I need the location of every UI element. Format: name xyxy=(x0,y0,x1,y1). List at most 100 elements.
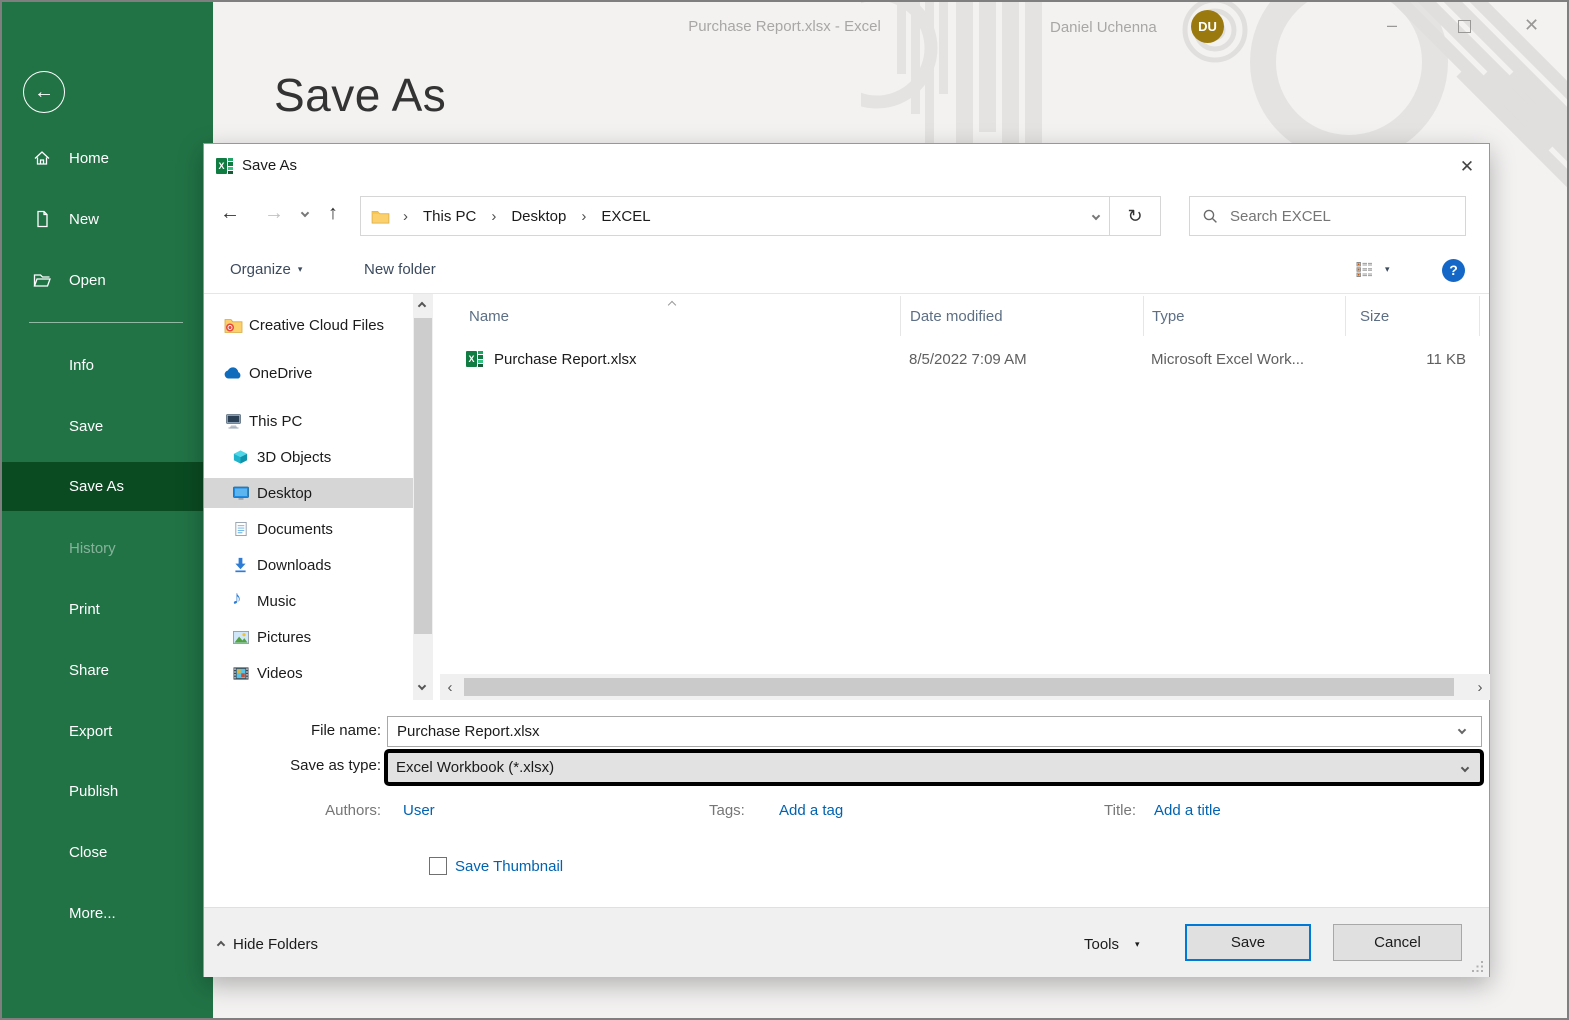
sidebar-item-close[interactable]: Close xyxy=(2,830,213,874)
new-folder-button[interactable]: New folder xyxy=(364,261,436,278)
sidebar-item-label: Save As xyxy=(69,478,124,495)
tree-scrollbar[interactable] xyxy=(413,294,433,700)
horizontal-scrollbar-thumb[interactable] xyxy=(464,678,1454,696)
save-as-dialog: X Save As ✕ ← → ↑ › This PC › Desktop › … xyxy=(203,143,1490,977)
column-header-label: Type xyxy=(1152,308,1185,325)
file-row-name[interactable]: X Purchase Report.xlsx xyxy=(466,340,900,378)
sidebar-item-share[interactable]: Share xyxy=(2,648,213,692)
scroll-left-icon[interactable]: ‹ xyxy=(442,679,458,696)
sidebar-item-label: Save xyxy=(69,418,103,435)
videos-icon xyxy=(232,666,250,681)
save-thumbnail-checkbox[interactable] xyxy=(429,857,447,875)
maximize-icon[interactable] xyxy=(1458,20,1471,33)
desktop-icon xyxy=(232,485,250,501)
file-name-input[interactable] xyxy=(387,716,1482,747)
tree-item-creative-cloud-files[interactable]: Creative Cloud Files xyxy=(204,310,413,340)
title-label: Title: xyxy=(1089,802,1136,819)
file-row-size[interactable]: 11 KB xyxy=(1345,340,1466,378)
sidebar-item-label: Print xyxy=(69,601,100,618)
organize-dropdown-icon: ▾ xyxy=(298,264,303,275)
sidebar-item-label: Share xyxy=(69,662,109,679)
file-type-text: Microsoft Excel Work... xyxy=(1151,351,1304,368)
close-window-button[interactable]: ✕ xyxy=(1524,16,1539,34)
breadcrumb-excel[interactable]: EXCEL xyxy=(599,208,652,225)
download-arrow-icon xyxy=(232,557,249,573)
nav-back-icon[interactable]: ← xyxy=(220,202,240,225)
tree-item-downloads[interactable]: Downloads xyxy=(204,550,413,580)
add-title-link[interactable]: Add a title xyxy=(1154,802,1221,819)
back-button[interactable]: ← xyxy=(23,71,65,113)
tree-item-videos[interactable]: Videos xyxy=(204,658,413,688)
sidebar-item-save-as[interactable]: Save As xyxy=(2,462,213,511)
sidebar-item-new[interactable]: New xyxy=(2,197,213,241)
tree-item-this-pc[interactable]: This PC xyxy=(204,406,413,436)
tools-dropdown-icon: ▾ xyxy=(1135,939,1140,950)
window-title: Purchase Report.xlsx - Excel xyxy=(2,18,1567,35)
home-icon xyxy=(32,148,52,168)
sidebar-item-publish[interactable]: Publish xyxy=(2,769,213,813)
address-bar[interactable]: › This PC › Desktop › EXCEL xyxy=(360,196,1110,236)
sidebar-item-home[interactable]: Home xyxy=(2,136,213,180)
tree-item-documents[interactable]: Documents xyxy=(204,514,413,544)
save-as-type-dropdown[interactable]: Excel Workbook (*.xlsx) xyxy=(384,749,1484,786)
hide-folders-button[interactable]: Hide Folders xyxy=(218,936,318,953)
resize-grip[interactable] xyxy=(1472,961,1484,973)
sidebar-item-label: Info xyxy=(69,357,94,374)
nav-recent-locations-icon[interactable] xyxy=(301,209,309,217)
column-header-name[interactable]: Name xyxy=(440,296,900,336)
creative-cloud-folder-icon xyxy=(224,317,243,333)
file-name-label: File name: xyxy=(204,722,381,739)
tree-item-desktop[interactable]: Desktop xyxy=(204,478,413,508)
scroll-right-icon[interactable]: › xyxy=(1472,679,1488,696)
column-header-size[interactable]: Size xyxy=(1345,296,1480,336)
sidebar-item-info[interactable]: Info xyxy=(2,343,213,387)
dialog-close-icon[interactable]: ✕ xyxy=(1452,154,1482,180)
save-thumbnail-label[interactable]: Save Thumbnail xyxy=(455,858,563,875)
scroll-down-icon[interactable] xyxy=(418,682,426,690)
tree-item-3d-objects[interactable]: 3D Objects xyxy=(204,442,413,472)
add-tag-link[interactable]: Add a tag xyxy=(779,802,843,819)
sidebar-item-save[interactable]: Save xyxy=(2,404,213,448)
avatar[interactable]: DU xyxy=(1191,10,1224,43)
save-as-type-dropdown-icon xyxy=(1461,764,1469,772)
list-horizontal-scrollbar[interactable]: ‹ › xyxy=(440,674,1490,700)
signed-in-user-name[interactable]: Daniel Uchenna xyxy=(1050,19,1157,36)
tools-label: Tools xyxy=(1084,936,1119,953)
organize-button[interactable]: Organize ▾ xyxy=(230,261,302,278)
search-box[interactable] xyxy=(1189,196,1466,236)
sidebar-item-open[interactable]: Open xyxy=(2,258,213,302)
breadcrumb-this-pc[interactable]: This PC xyxy=(421,208,478,225)
column-header-date-modified[interactable]: Date modified xyxy=(900,296,1143,336)
tree-item-pictures[interactable]: Pictures xyxy=(204,622,413,652)
sidebar-item-print[interactable]: Print xyxy=(2,587,213,631)
nav-up-icon[interactable]: ↑ xyxy=(328,202,338,225)
refresh-icon: ↻ xyxy=(1127,206,1142,226)
minimize-button[interactable]: – xyxy=(1387,16,1397,34)
sidebar-item-label: More... xyxy=(69,905,116,922)
sidebar-item-export[interactable]: Export xyxy=(2,709,213,753)
column-header-type[interactable]: Type xyxy=(1143,296,1345,336)
tree-scrollbar-thumb[interactable] xyxy=(414,318,432,634)
save-button[interactable]: Save xyxy=(1185,924,1311,961)
hide-folders-label: Hide Folders xyxy=(233,936,318,953)
authors-value-link[interactable]: User xyxy=(403,802,435,819)
tree-item-onedrive[interactable]: OneDrive xyxy=(204,358,413,388)
sidebar-item-label: Home xyxy=(69,150,109,167)
address-dropdown-icon[interactable] xyxy=(1092,212,1100,220)
file-row-date[interactable]: 8/5/2022 7:09 AM xyxy=(909,340,1139,378)
breadcrumb-separator: › xyxy=(485,208,502,225)
scroll-up-icon[interactable] xyxy=(418,302,426,310)
sidebar-item-more[interactable]: More... xyxy=(2,891,213,935)
dialog-titlebar[interactable]: X Save As ✕ xyxy=(204,144,1489,188)
view-options-button[interactable]: ▾ xyxy=(1356,261,1390,278)
breadcrumb-desktop[interactable]: Desktop xyxy=(509,208,568,225)
save-as-type-value: Excel Workbook (*.xlsx) xyxy=(396,759,554,776)
file-row-type[interactable]: Microsoft Excel Work... xyxy=(1151,340,1341,378)
search-input[interactable] xyxy=(1230,208,1410,225)
tools-dropdown[interactable]: Tools ▾ xyxy=(1084,936,1140,953)
help-button[interactable]: ? xyxy=(1442,259,1465,282)
refresh-button[interactable]: ↻ xyxy=(1109,196,1161,236)
cancel-button[interactable]: Cancel xyxy=(1333,924,1462,961)
tree-item-music[interactable]: ♪ Music xyxy=(204,586,413,616)
pictures-icon xyxy=(232,630,250,645)
